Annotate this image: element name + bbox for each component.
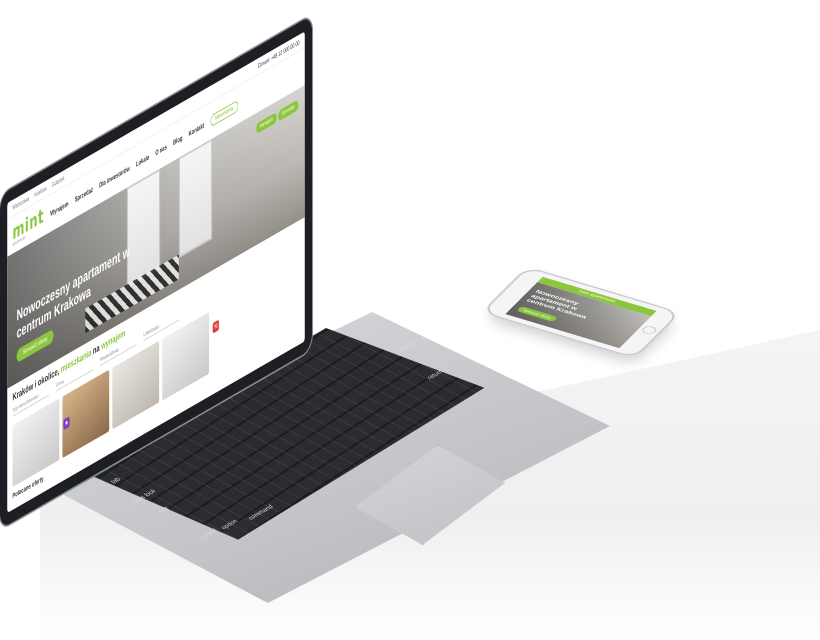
section-title-mid: na [92, 342, 100, 357]
phone-device: mint apartments Nowoczesny apartament w … [484, 268, 678, 357]
topbar-city-3[interactable]: Gdańsk [52, 175, 65, 188]
nav-kontakt[interactable]: Kontakt [189, 121, 204, 138]
topbar-city-2[interactable]: Kraków [35, 185, 47, 198]
hero-tab-sprzedaz[interactable]: Sprzedaż [278, 99, 299, 122]
nav-sprzedaz[interactable]: Sprzedaż [75, 185, 93, 203]
nav-lokale[interactable]: Lokale [136, 153, 149, 169]
nav-blog[interactable]: Blog [173, 133, 182, 146]
nav-inwestorzy[interactable]: Dla inwestorów [99, 164, 130, 190]
phone-home-button[interactable] [639, 325, 659, 336]
hero-window-2 [178, 138, 213, 259]
nav-o-nas[interactable]: O nas [155, 142, 167, 157]
nav-pill-button[interactable]: Mieszkania [210, 99, 238, 127]
phone-screen: mint apartments Nowoczesny apartament w … [505, 276, 657, 349]
hero-tab-wynajem[interactable]: Wynajem [256, 112, 277, 135]
nav-wynajem[interactable]: Wynajem [50, 199, 68, 217]
